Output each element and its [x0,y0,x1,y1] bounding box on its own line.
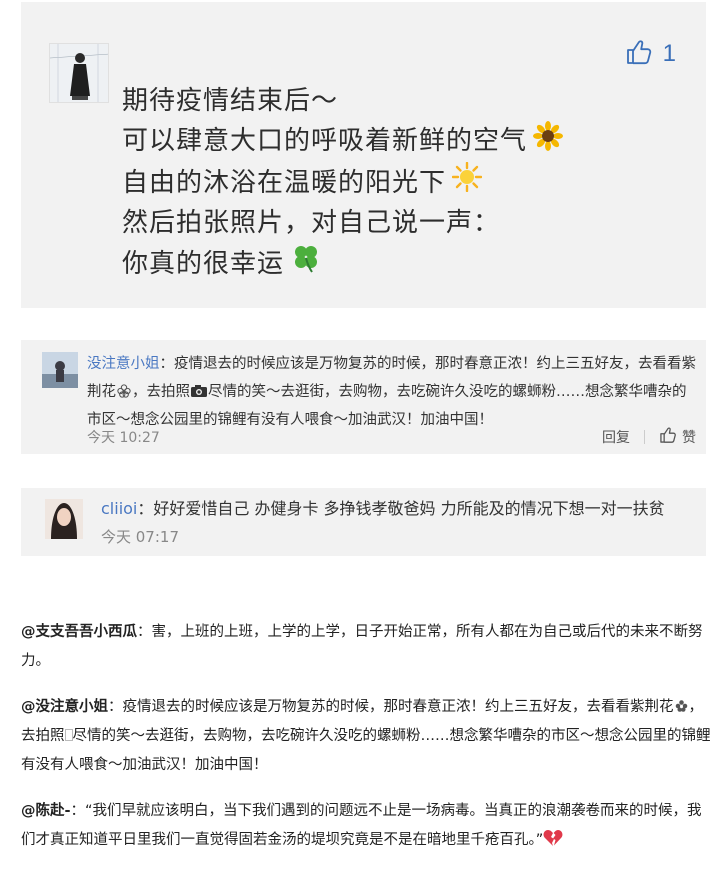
comment-line: 你真的很幸运 [122,242,563,286]
username-link[interactable]: cliioi [101,499,137,518]
timestamp: 今天 07:17 [101,528,179,546]
avatar[interactable] [49,43,109,103]
article-body: @支支吾吾小西瓜：害，上班的上班，上学的上学，日子开始正常，所有人都在为自己或后… [21,618,711,872]
main-comment-card: 1 期待疫情结束后～ 可以肆意大口的呼吸着新鲜的空气 自由的沐浴在温暖的阳光下 … [21,2,706,308]
comment-line: 期待疫情结束后～ [122,82,563,121]
avatar[interactable] [42,352,78,388]
comment-card: cliioi：好好爱惜自己 办健身卡 多挣钱孝敬爸妈 力所能及的情况下想一对一扶… [21,488,706,556]
line-text: 可以肆意大口的呼吸着新鲜的空气 [122,126,528,156]
like-label: 赞 [682,430,696,446]
like-button[interactable]: 赞 [659,426,696,448]
divider [644,430,645,444]
paragraph-text: ：疫情退去的时候应该是万物复苏的时候，那时春意正浓！约上三五好友，去看看紫荆花 [108,699,674,715]
like-count: 1 [662,40,676,67]
line-text: 你真的很幸运 [122,248,285,279]
comment-text: 期待疫情结束后～ 可以肆意大口的呼吸着新鲜的空气 自由的沐浴在温暖的阳光下 然后… [122,82,564,286]
comment-body: ：好好爱惜自己 办健身卡 多挣钱孝敬爸妈 力所能及的情况下想一对一扶贫 [137,499,665,518]
avatar[interactable] [45,499,83,539]
sun-icon [451,161,483,204]
thumbs-up-icon [659,426,677,448]
comment-footer: 今天 10:27 回复 赞 [87,426,696,448]
image-placeholder-icon [64,728,73,744]
comment-body: ，去拍照 [132,384,190,400]
flower-icon [116,384,132,400]
comment-line: 自由的沐浴在温暖的阳光下 [122,161,563,204]
mention-link[interactable]: @陈赴- [21,803,71,819]
broken-heart-icon [543,830,563,848]
paragraph-text: 尽情的笑～去逛街，去购物，去吃碗许久没吃的螺蛳粉……想念繁华嘈杂的市区～想念公园… [21,728,711,773]
thumbs-up-icon [625,38,653,70]
comment-card: 没注意小姐：疫情退去的时候应该是万物复苏的时候，那时春意正浓！约上三五好友，去看… [21,340,706,454]
sunflower-icon [533,120,564,163]
flower-icon [674,699,689,715]
mention-link[interactable]: @支支吾吾小西瓜 [21,624,137,640]
line-text: 自由的沐浴在温暖的阳光下 [122,167,447,198]
paragraph-text: ：“我们早就应该明白，当下我们遇到的问题远不止是一场病毒。当真正的浪潮袭卷而来的… [21,803,702,848]
four-leaf-clover-icon [290,242,322,286]
comment-text: cliioi：好好爱惜自己 办健身卡 多挣钱孝敬爸妈 力所能及的情况下想一对一扶… [101,496,665,522]
comment-actions: 回复 赞 [602,426,696,448]
comment-text: 没注意小姐：疫情退去的时候应该是万物复苏的时候，那时春意正浓！约上三五好友，去看… [87,350,697,434]
article-paragraph: @没注意小姐：疫情退去的时候应该是万物复苏的时候，那时春意正浓！约上三五好友，去… [21,693,711,780]
reply-button[interactable]: 回复 [602,427,630,447]
article-paragraph: @陈赴-：“我们早就应该明白，当下我们遇到的问题远不止是一场病毒。当真正的浪潮袭… [21,797,711,855]
mention-link[interactable]: @没注意小姐 [21,699,108,715]
comment-line: 然后拍张照片，对自己说一声： [122,204,563,243]
article-paragraph: @支支吾吾小西瓜：害，上班的上班，上学的上学，日子开始正常，所有人都在为自己或后… [21,618,711,676]
line-text: 期待疫情结束后～ [122,86,339,116]
camera-icon [190,384,208,400]
comment-line: 可以肆意大口的呼吸着新鲜的空气 [122,120,564,163]
like-button[interactable]: 1 [625,38,676,70]
username-link[interactable]: 没注意小姐 [87,356,160,372]
timestamp: 今天 10:27 [87,430,160,446]
line-text: 然后拍张照片，对自己说一声： [122,207,501,238]
